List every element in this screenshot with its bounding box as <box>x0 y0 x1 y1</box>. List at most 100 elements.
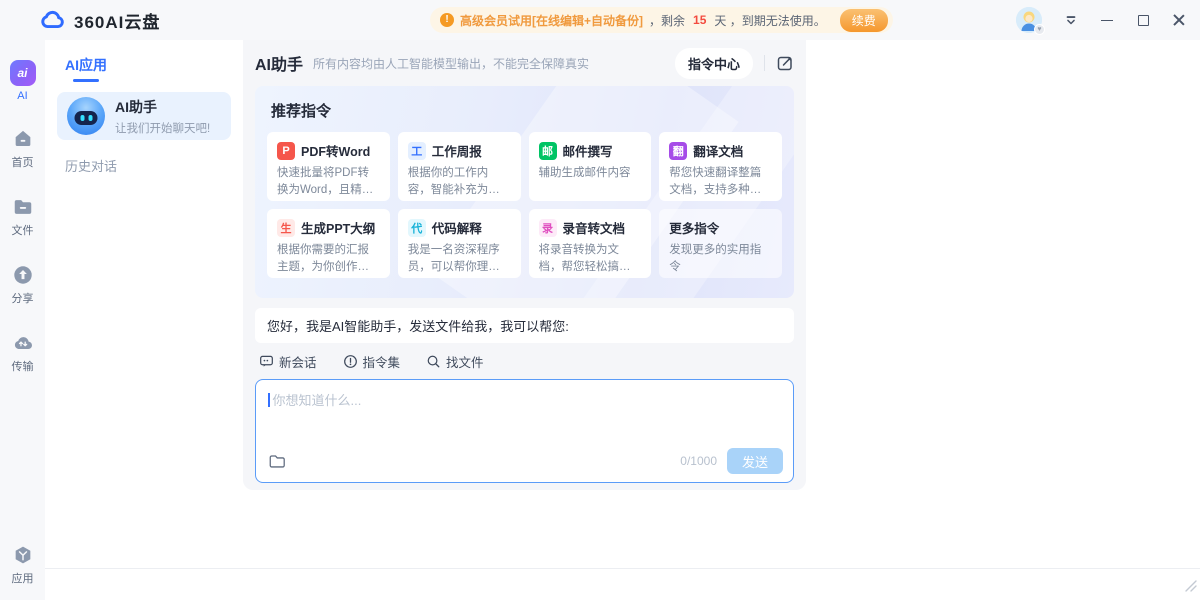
nav-rail: ai AI 首页 文件 分享 <box>0 40 45 600</box>
nav-item-share[interactable]: 分享 <box>12 264 34 306</box>
page-title: AI助手 <box>255 51 303 75</box>
folder-icon <box>12 196 34 218</box>
new-chat-icon[interactable] <box>776 54 794 72</box>
nav-label: 传输 <box>12 358 34 374</box>
nav-item-home[interactable]: 首页 <box>12 128 34 170</box>
command-card-weekly-report[interactable]: 工 工作周报 根据你的工作内容，智能补充为完整周报 <box>398 132 521 201</box>
ai-app-icon: ai <box>10 60 36 86</box>
user-avatar[interactable]: ♥ <box>1016 7 1042 33</box>
attach-file-icon[interactable] <box>268 453 286 469</box>
nav-label: 首页 <box>12 154 34 170</box>
nav-item-transfer[interactable]: 传输 <box>12 332 34 374</box>
command-center-button[interactable]: 指令中心 <box>675 48 753 79</box>
minimize-button[interactable] <box>1100 13 1114 27</box>
history-section-label: 历史对话 <box>65 156 243 175</box>
home-icon <box>12 128 34 150</box>
find-file-button[interactable]: 找文件 <box>426 352 484 371</box>
renew-button[interactable]: 续费 <box>840 9 888 32</box>
nav-item-ai[interactable]: ai AI <box>10 60 36 102</box>
recommended-commands-section: 推荐指令 P PDF转Word 快速批量将PDF转换为Word，且精确保留排版 … <box>255 86 794 298</box>
card-title: 翻译文档 <box>693 141 743 160</box>
card-title: 录音转文档 <box>563 218 626 237</box>
quick-actions-row: 新会话 指令集 找文件 <box>259 352 794 371</box>
cloud-logo-icon <box>38 10 66 31</box>
action-label: 指令集 <box>363 352 401 371</box>
minimize-to-tray-icon[interactable] <box>1064 13 1078 27</box>
card-badge-icon: 邮 <box>539 142 557 160</box>
card-title: 更多指令 <box>669 218 719 237</box>
assistant-item-subtitle: 让我们开始聊天吧! <box>115 120 210 136</box>
command-card-audio-to-doc[interactable]: 录 录音转文档 将录音转换为文档，帮您轻松搞定会议记录 <box>529 209 652 278</box>
assistant-greeting-message: 您好，我是AI智能助手，发送文件给我，我可以帮您: <box>255 308 794 343</box>
card-description: 辅助生成邮件内容 <box>539 165 642 182</box>
text-caret <box>268 393 270 407</box>
card-title: PDF转Word <box>301 141 370 160</box>
nav-item-files[interactable]: 文件 <box>12 196 34 238</box>
card-title: 邮件撰写 <box>563 141 613 160</box>
banner-days-remaining: 15 <box>693 13 706 27</box>
tab-ai-apps[interactable]: AI应用 <box>65 55 107 82</box>
action-label: 新会话 <box>279 352 317 371</box>
card-description: 发现更多的实用指令 <box>669 242 772 275</box>
apps-hexagon-icon <box>12 544 34 566</box>
card-description: 我是一名资深程序员，可以帮你理解代码 <box>408 242 511 275</box>
card-title: 工作周报 <box>432 141 482 160</box>
card-badge-icon: 翻 <box>669 142 687 160</box>
card-description: 将录音转换为文档，帮您轻松搞定会议记录 <box>539 242 642 275</box>
card-badge-icon: 工 <box>408 142 426 160</box>
card-badge-icon: 代 <box>408 219 426 237</box>
ai-assistant-list-item[interactable]: AI助手 让我们开始聊天吧! <box>57 92 231 140</box>
command-card-email-writing[interactable]: 邮 邮件撰写 辅助生成邮件内容 <box>529 132 652 201</box>
char-counter: 0/1000 <box>680 454 717 468</box>
ai-assistant-panel: AI助手 所有内容均由人工智能模型输出，不能完全保障真实 指令中心 推荐指令 P… <box>243 40 806 490</box>
input-placeholder: 你想知道什么... <box>273 393 362 408</box>
command-card-code-explain[interactable]: 代 代码解释 我是一名资深程序员，可以帮你理解代码 <box>398 209 521 278</box>
card-badge-icon: 录 <box>539 219 557 237</box>
card-badge-icon: 生 <box>277 219 295 237</box>
card-description: 快速批量将PDF转换为Word，且精确保留排版 <box>277 165 380 198</box>
warning-icon: ! <box>440 13 454 27</box>
action-label: 找文件 <box>446 352 484 371</box>
nav-item-apps[interactable]: 应用 <box>12 544 34 586</box>
close-button[interactable] <box>1172 13 1186 27</box>
card-description: 根据你的工作内容，智能补充为完整周报 <box>408 165 511 198</box>
command-set-button[interactable]: 指令集 <box>343 352 401 371</box>
command-circle-icon <box>343 354 358 369</box>
cloud-transfer-icon <box>12 332 34 354</box>
chat-input[interactable]: 你想知道什么... 0/1000 发送 <box>255 379 794 483</box>
nav-label: 文件 <box>12 222 34 238</box>
card-title: 代码解释 <box>432 218 482 237</box>
send-button[interactable]: 发送 <box>727 448 783 474</box>
recommended-commands-title: 推荐指令 <box>271 100 782 121</box>
new-conversation-button[interactable]: 新会话 <box>259 352 317 371</box>
robot-avatar-icon <box>67 97 105 135</box>
membership-banner: ! 高级会员试用[在线编辑+自动备份] ，剩余 15 天 ，到期无法使用。 续费 <box>430 7 893 33</box>
assistant-item-title: AI助手 <box>115 97 210 117</box>
maximize-button[interactable] <box>1136 13 1150 27</box>
banner-tail-text: 天 ，到期无法使用。 <box>714 12 825 29</box>
title-bar: 360AI云盘 ! 高级会员试用[在线编辑+自动备份] ，剩余 15 天 ，到期… <box>0 0 1200 40</box>
app-title: 360AI云盘 <box>74 8 160 33</box>
resize-grip[interactable] <box>1184 579 1197 597</box>
search-icon <box>426 354 441 369</box>
command-card-ppt-outline[interactable]: 生 生成PPT大纲 根据你需要的汇报主题，为你创作一份PP... <box>267 209 390 278</box>
banner-highlight-text: 高级会员试用[在线编辑+自动备份] <box>460 12 643 29</box>
card-description: 根据你需要的汇报主题，为你创作一份PP... <box>277 242 380 275</box>
command-card-translate-doc[interactable]: 翻 翻译文档 帮您快速翻译整篇文档，支持多种语言 <box>659 132 782 201</box>
card-badge-icon: P <box>277 142 295 160</box>
nav-label: 分享 <box>12 290 34 306</box>
tab-label: AI应用 <box>65 55 107 75</box>
share-icon <box>12 264 34 286</box>
divider <box>764 55 765 71</box>
status-bar-divider <box>45 568 1200 569</box>
nav-label: AI <box>17 90 27 102</box>
app-logo: 360AI云盘 <box>38 8 160 33</box>
command-card-more[interactable]: 更多指令 发现更多的实用指令 <box>659 209 782 278</box>
avatar-status-badge: ♥ <box>1034 24 1045 35</box>
chat-bubble-icon <box>259 354 274 369</box>
command-card-pdf-to-word[interactable]: P PDF转Word 快速批量将PDF转换为Word，且精确保留排版 <box>267 132 390 201</box>
card-title: 生成PPT大纲 <box>301 218 375 237</box>
nav-label: 应用 <box>12 570 34 586</box>
ai-disclaimer: 所有内容均由人工智能模型输出，不能完全保障真实 <box>313 55 589 72</box>
ai-sidebar: AI应用 AI助手 让我们开始聊天吧! 历史对话 <box>45 40 243 600</box>
